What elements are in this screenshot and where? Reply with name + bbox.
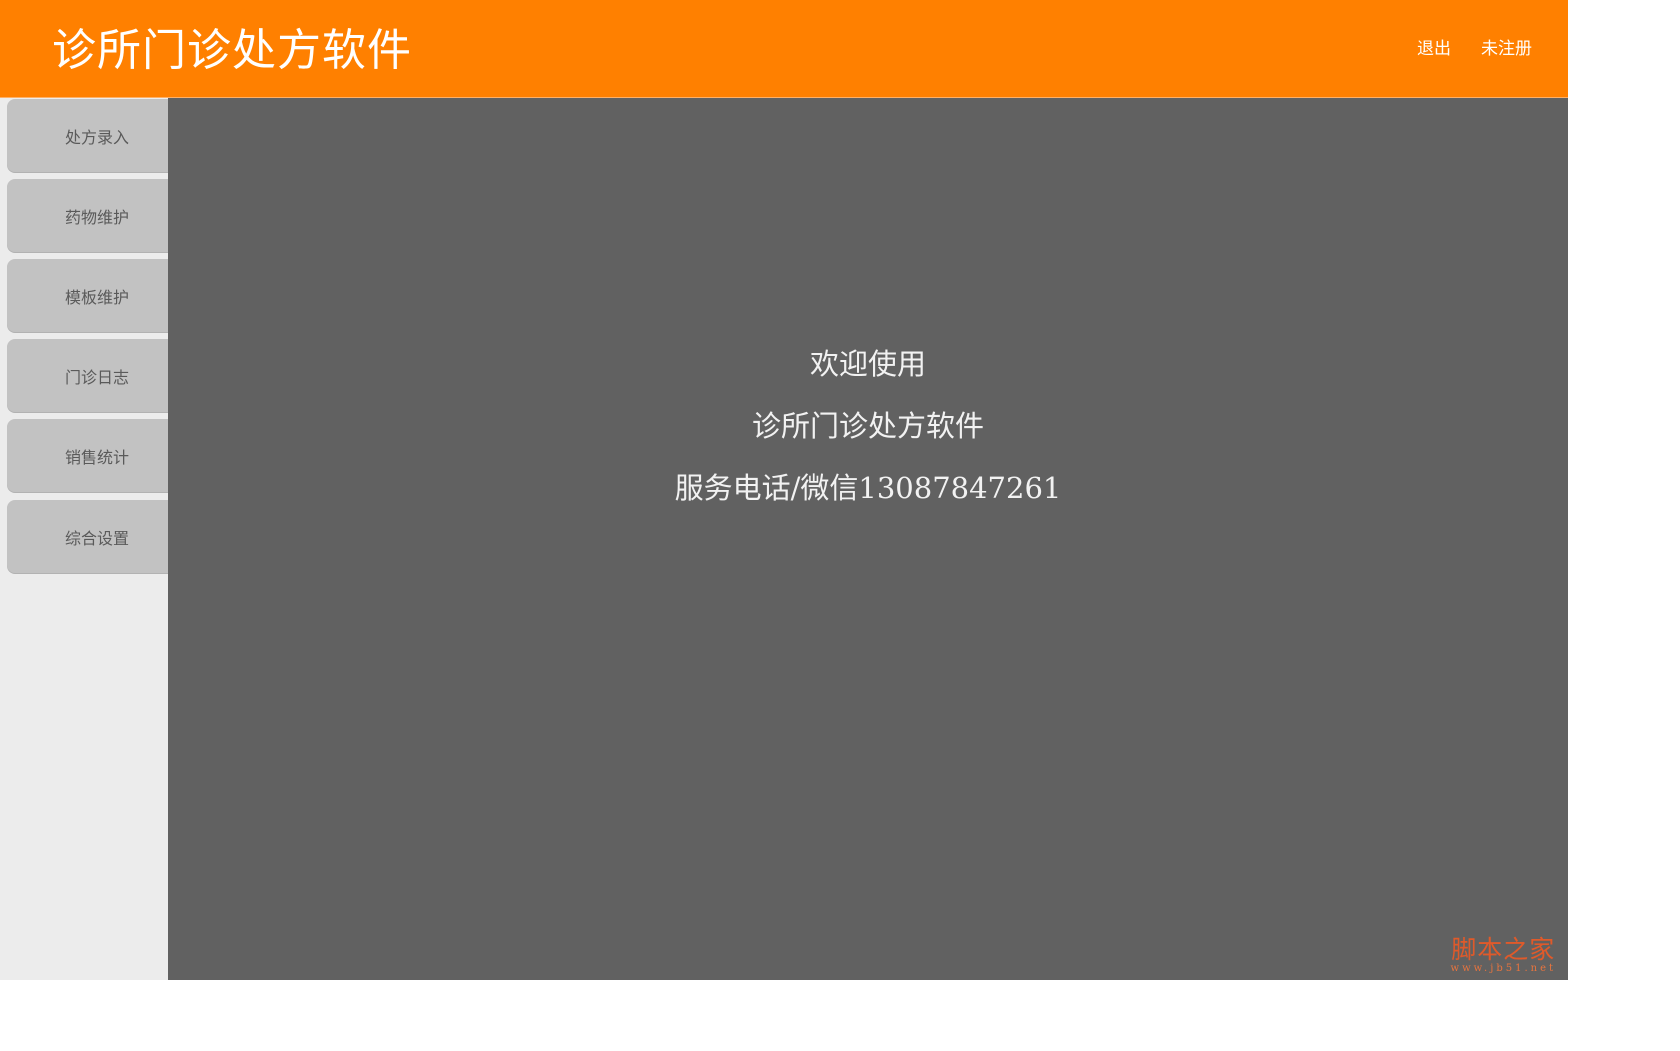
sidebar-item-template-maintenance[interactable]: 模板维护 (7, 259, 168, 332)
welcome-heading: 欢迎使用 (809, 347, 926, 381)
sidebar-item-label: 综合设置 (65, 528, 130, 548)
sidebar-item-label: 销售统计 (65, 447, 130, 467)
watermark-logo: 脚本之家 www.jb51.net (1451, 936, 1556, 974)
app-window: 诊所门诊处方软件 退出 未注册 处方录入 药物维护 模板维护 门诊日志 销售统计… (0, 0, 1680, 1051)
sidebar-item-prescription-entry[interactable]: 处方录入 (7, 99, 168, 172)
sidebar-item-clinic-log[interactable]: 门诊日志 (7, 339, 168, 412)
main-content: 欢迎使用 诊所门诊处方软件 服务电话/微信13087847261 脚本之家 ww… (168, 98, 1568, 980)
sidebar-item-label: 门诊日志 (65, 367, 130, 387)
sidebar-item-label: 模板维护 (65, 287, 130, 307)
sidebar-item-label: 处方录入 (65, 127, 130, 147)
header-links: 退出 未注册 (1417, 34, 1532, 59)
header-bar: 诊所门诊处方软件 退出 未注册 (0, 0, 1568, 98)
app-title: 诊所门诊处方软件 (52, 25, 412, 76)
welcome-app-name: 诊所门诊处方软件 (751, 409, 984, 443)
watermark-url: www.jb51.net (1450, 963, 1556, 974)
watermark-text: 脚本之家 (1451, 935, 1556, 964)
sidebar-item-general-settings[interactable]: 综合设置 (7, 500, 168, 573)
bottom-blank-area (0, 980, 1568, 1051)
service-contact: 服务电话/微信13087847261 (674, 471, 1062, 505)
sidebar-item-sales-statistics[interactable]: 销售统计 (7, 419, 168, 492)
right-blank-area (1568, 0, 1680, 1051)
sidebar-item-drug-maintenance[interactable]: 药物维护 (7, 179, 168, 252)
logout-link[interactable]: 退出 (1417, 34, 1451, 59)
sidebar-item-label: 药物维护 (65, 207, 130, 227)
sidebar-nav: 处方录入 药物维护 模板维护 门诊日志 销售统计 综合设置 (0, 98, 168, 980)
register-link[interactable]: 未注册 (1481, 34, 1532, 59)
